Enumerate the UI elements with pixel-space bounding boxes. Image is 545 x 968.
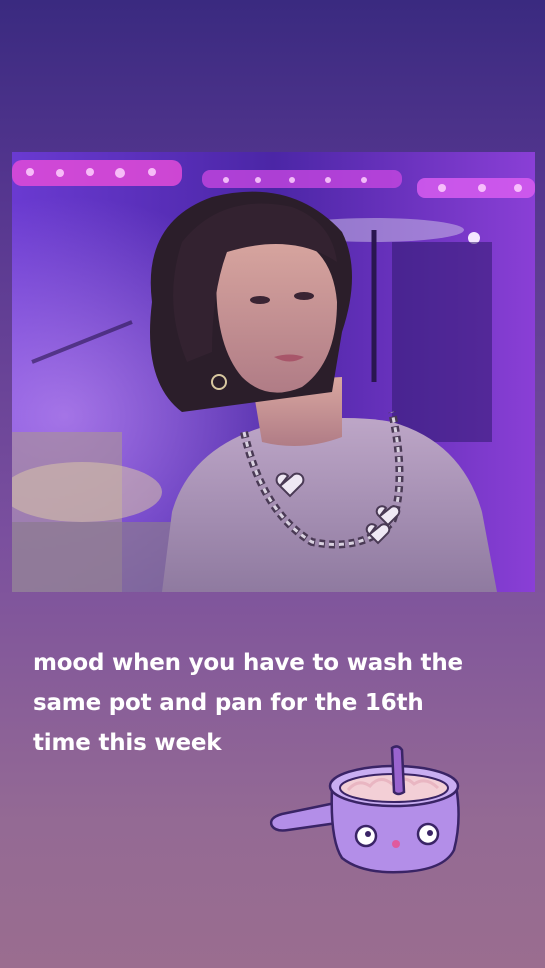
pot-sticker[interactable]: [262, 740, 472, 880]
caption-line-1: mood when you have to wash the: [33, 650, 463, 676]
story-canvas: mood when you have to wash the same pot …: [0, 0, 545, 968]
pot-with-face-sticker-icon: [269, 745, 460, 874]
performer-on-stage-photo: [12, 152, 535, 592]
story-photo: [12, 152, 535, 592]
caption-line-2: same pot and pan for the 16th: [33, 690, 424, 716]
